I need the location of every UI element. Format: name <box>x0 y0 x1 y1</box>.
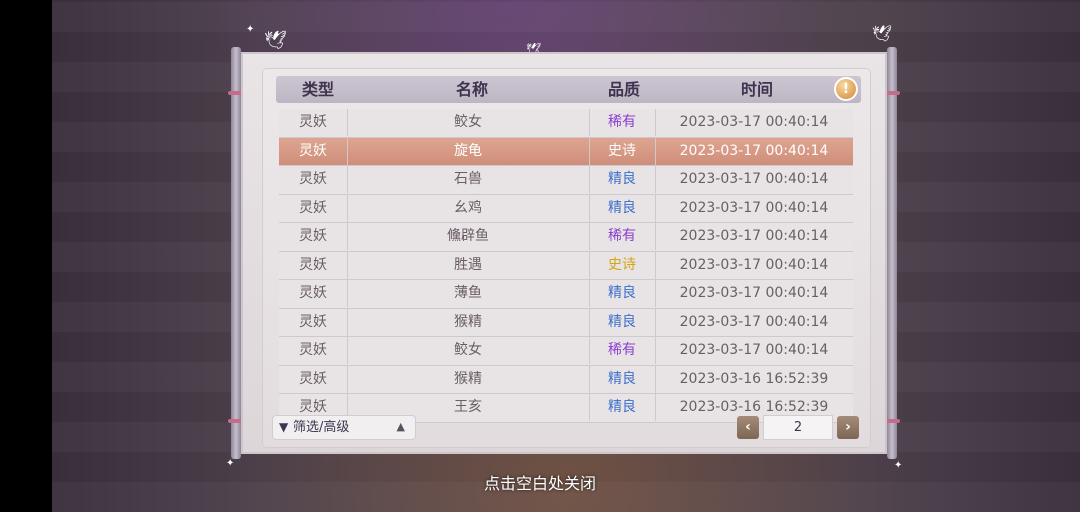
cell-type: 灵妖 <box>279 308 348 336</box>
table-header: 类型 名称 品质 时间 <box>276 76 861 103</box>
sparkle-icon: ✦ <box>226 458 235 469</box>
cell-time: 2023-03-17 00:40:14 <box>679 313 829 330</box>
header-time: 时间 <box>740 80 773 99</box>
scroll-rod-right <box>884 47 900 459</box>
cell-time: 2023-03-17 00:40:14 <box>679 228 829 244</box>
cell-time: 2023-03-17 00:40:14 <box>679 256 829 273</box>
cell-time: 2023-03-16 16:52:39 <box>679 370 829 387</box>
cell-quality: 精良 <box>589 194 656 222</box>
cell-quality: 稀有 <box>589 337 656 364</box>
header-type: 类型 <box>301 80 334 99</box>
bird-decoration-icon: 🕊 <box>264 30 287 51</box>
table-row[interactable]: 灵妖 儵辟鱼 稀有 2023-03-17 00:40:14 <box>279 223 853 252</box>
prev-page-button[interactable]: ‹ <box>737 416 759 439</box>
cell-time: 2023-03-17 00:40:14 <box>679 285 829 301</box>
cell-type: 灵妖 <box>279 109 348 136</box>
close-hint-text: 点击空白处关闭 <box>483 474 596 493</box>
cell-quality: 稀有 <box>589 223 656 250</box>
cell-time: 2023-03-17 00:40:14 <box>679 142 829 159</box>
table-row[interactable]: 灵妖 鲛女 稀有 2023-03-17 00:40:14 <box>279 337 853 366</box>
page-number: 2 <box>764 416 832 439</box>
cell-quality: 精良 <box>589 308 656 336</box>
header-name: 名称 <box>455 80 488 99</box>
cell-type: 灵妖 <box>279 194 348 222</box>
cell-name: 猴精 <box>347 308 590 336</box>
cell-quality: 精良 <box>589 394 656 421</box>
next-page-button[interactable]: › <box>837 416 859 439</box>
table-row[interactable]: 灵妖 旋龟 史诗 2023-03-17 00:40:14 <box>279 137 853 166</box>
bird-decoration-icon: 🕊 <box>872 24 893 43</box>
cell-quality: 稀有 <box>589 109 656 136</box>
cell-name: 薄鱼 <box>347 280 590 307</box>
cell-name: 儵辟鱼 <box>347 223 590 250</box>
filter-label: 筛选/高级 <box>293 420 350 435</box>
table-row[interactable]: 灵妖 胜遇 史诗 2023-03-17 00:40:14 <box>279 251 853 280</box>
table-row[interactable]: 灵妖 石兽 精良 2023-03-17 00:40:14 <box>279 166 853 195</box>
cell-type: 灵妖 <box>279 337 348 364</box>
filter-dropdown[interactable]: ▼ 筛选/高级 ▲ <box>273 416 415 439</box>
cell-name: 胜遇 <box>347 251 590 279</box>
table-row[interactable]: 灵妖 幺鸡 精良 2023-03-17 00:40:14 <box>279 194 853 223</box>
table-row[interactable]: 灵妖 猴精 精良 2023-03-16 16:52:39 <box>279 365 853 394</box>
scroll-rod-left <box>228 47 244 459</box>
cell-name: 幺鸡 <box>347 194 590 222</box>
header-quality: 品质 <box>607 80 640 99</box>
info-icon[interactable]: ! <box>834 77 858 101</box>
table-row[interactable]: 灵妖 鲛女 稀有 2023-03-17 00:40:14 <box>279 109 853 138</box>
cell-type: 灵妖 <box>279 251 348 279</box>
cell-quality: 精良 <box>589 166 656 193</box>
cell-name: 石兽 <box>347 166 590 193</box>
cell-name: 猴精 <box>347 365 590 393</box>
sparkle-icon: ✦ <box>246 24 255 35</box>
filter-icon: ▼ <box>279 420 289 434</box>
cell-time: 2023-03-17 00:40:14 <box>679 199 829 216</box>
cell-quality: 精良 <box>589 280 656 307</box>
cell-quality: 精良 <box>589 365 656 393</box>
cell-time: 2023-03-17 00:40:14 <box>679 342 829 358</box>
cell-type: 灵妖 <box>279 365 348 393</box>
cell-name: 鲛女 <box>347 337 590 364</box>
chevron-up-icon: ▲ <box>396 420 405 433</box>
table-row[interactable]: 灵妖 薄鱼 精良 2023-03-17 00:40:14 <box>279 280 853 309</box>
record-table: 灵妖 鲛女 稀有 2023-03-17 00:40:14 灵妖 旋龟 史诗 2023-03-1… <box>279 109 853 423</box>
table-row[interactable]: 灵妖 猴精 精良 2023-03-17 00:40:14 <box>279 308 853 337</box>
cell-quality: 史诗 <box>589 137 656 165</box>
cell-type: 灵妖 <box>279 137 348 165</box>
cell-type: 灵妖 <box>279 280 348 307</box>
cell-time: 2023-03-17 00:40:14 <box>679 171 829 187</box>
cell-quality: 史诗 <box>589 251 656 279</box>
cell-name: 鲛女 <box>347 109 590 136</box>
cell-type: 灵妖 <box>279 223 348 250</box>
cell-name: 旋龟 <box>347 137 590 165</box>
cell-time: 2023-03-17 00:40:14 <box>679 114 829 130</box>
cell-type: 灵妖 <box>279 166 348 193</box>
